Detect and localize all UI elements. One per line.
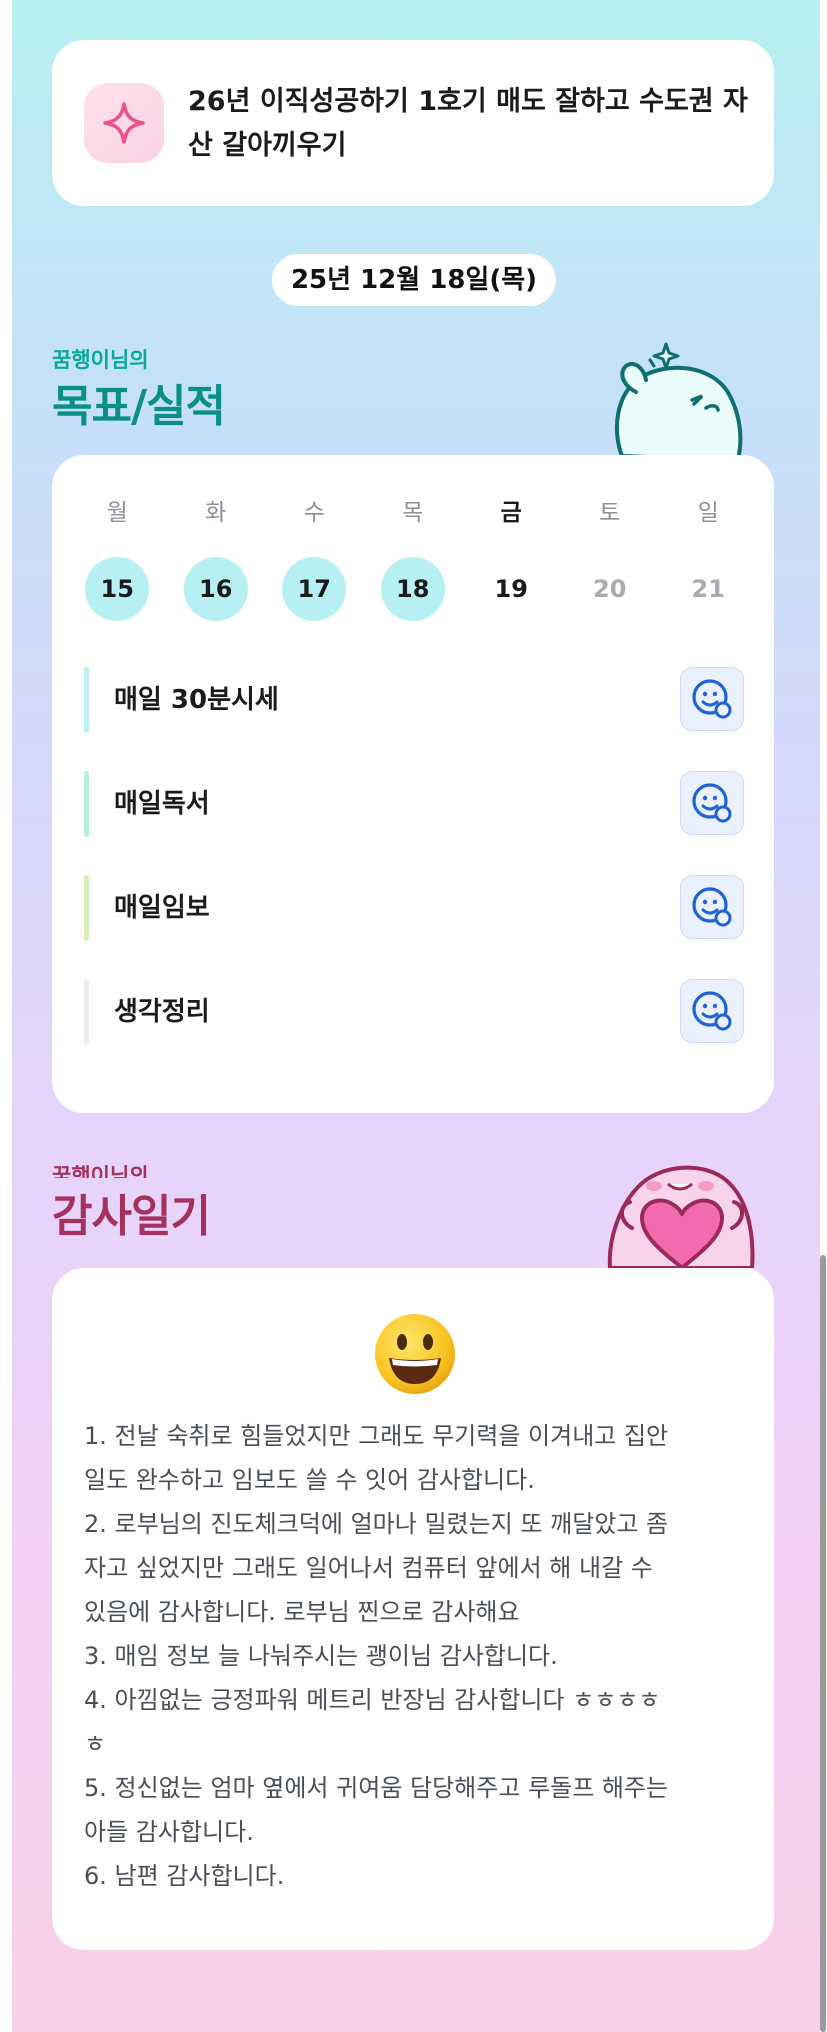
weekday-label: 화	[205, 500, 227, 526]
diary-line: 4. 아낌없는 긍정파워 메트리 반장님 감사합니다 ㅎㅎㅎㅎ	[84, 1686, 661, 1714]
weekday-label: 수	[303, 500, 325, 526]
diary-line: 1. 전날 숙취로 힘들었지만 그래도 무기력을 이겨내고 집안	[84, 1422, 669, 1450]
habit-color-bar	[84, 979, 89, 1045]
diary-line: ㅎ	[84, 1730, 107, 1758]
calendar-day[interactable]: 일 21	[659, 493, 758, 621]
diary-line: 2. 로부님의 진도체크덕에 얼마나 밀렸는지 또 깨달았고 좀	[84, 1510, 669, 1538]
habit-color-bar	[84, 667, 89, 733]
goals-section-title: 목표/실적	[52, 381, 226, 432]
ghost-mascot-illustration	[614, 342, 743, 460]
gratitude-section-subtitle: 꿈행이님의	[52, 1164, 149, 1178]
habit-row[interactable]: 생각정리	[84, 979, 744, 1045]
diary-line: 6. 남편 감사합니다.	[84, 1862, 285, 1890]
day-number[interactable]: 15	[85, 557, 150, 621]
goal-card[interactable]: 26년 이직성공하기 1호기 매도 잘하고 수도권 자산 갈아끼우기	[52, 40, 774, 206]
weekday-label: 월	[106, 500, 128, 526]
weekday-label: 목	[402, 500, 424, 526]
habit-label: 매일임보	[114, 893, 210, 923]
diary-line: 있음에 감사합니다. 로부님 찐으로 감사해요	[84, 1598, 520, 1626]
diary-line: 3. 매임 정보 늘 나눠주시는 괭이님 감사합니다.	[84, 1642, 558, 1670]
smiley-add-icon[interactable]	[680, 771, 744, 835]
diary-text: 1. 전날 숙취로 힘들었지만 그래도 무기력을 이겨내고 집안 일도 완수하고…	[84, 1414, 744, 1898]
weekday-label: 일	[697, 500, 719, 526]
calendar-day[interactable]: 토 20	[561, 493, 660, 621]
calendar-day[interactable]: 월 15	[68, 493, 167, 621]
habit-row[interactable]: 매일독서	[84, 771, 744, 837]
habit-label: 매일독서	[114, 789, 210, 819]
page-background: 26년 이직성공하기 1호기 매도 잘하고 수도권 자산 갈아끼우기 25년 1…	[12, 0, 820, 2032]
habit-row[interactable]: 매일 30분시세	[84, 667, 744, 733]
habit-color-bar	[84, 771, 89, 837]
goals-card: 월 15 화 16 수 17 목 18 금 19 토 20 일 21 매일 30…	[52, 455, 774, 1113]
habit-label: 매일 30분시세	[114, 685, 279, 715]
diary-line: 아들 감사합니다.	[84, 1818, 254, 1846]
habit-row[interactable]: 매일임보	[84, 875, 744, 941]
calendar-day[interactable]: 목 18	[364, 493, 463, 621]
day-number[interactable]: 21	[676, 557, 740, 621]
gratitude-diary-card[interactable]: 1. 전날 숙취로 힘들었지만 그래도 무기력을 이겨내고 집안 일도 완수하고…	[52, 1268, 774, 1950]
weekday-label: 토	[599, 500, 621, 526]
goal-text: 26년 이직성공하기 1호기 매도 잘하고 수도권 자산 갈아끼우기	[188, 86, 748, 161]
habit-color-bar	[84, 875, 89, 941]
date-label[interactable]: 25년 12월 18일(목)	[272, 254, 556, 306]
week-calendar: 월 15 화 16 수 17 목 18 금 19 토 20 일 21	[68, 493, 758, 621]
heart-mascot-illustration	[607, 1165, 755, 1268]
smiley-add-icon[interactable]	[680, 875, 744, 939]
grinning-face-emoji	[375, 1314, 455, 1394]
day-number[interactable]: 17	[282, 557, 347, 621]
habit-label: 생각정리	[114, 997, 210, 1027]
scrollbar[interactable]	[820, 1255, 826, 2032]
calendar-day[interactable]: 화 16	[167, 493, 266, 621]
calendar-day[interactable]: 수 17	[265, 493, 364, 621]
smiley-add-icon[interactable]	[680, 667, 744, 731]
day-number[interactable]: 18	[380, 557, 445, 621]
sparkle-icon	[84, 83, 164, 163]
calendar-day-today[interactable]: 금 19	[462, 493, 561, 621]
diary-line: 일도 완수하고 임보도 쓸 수 잇어 감사합니다.	[84, 1466, 535, 1494]
smiley-add-icon[interactable]	[680, 979, 744, 1043]
weekday-label: 금	[500, 500, 522, 526]
diary-line: 자고 싶었지만 그래도 일어나서 컴퓨터 앞에서 해 내갈 수	[84, 1554, 653, 1582]
gratitude-section-title: 감사일기	[52, 1191, 211, 1242]
diary-line: 5. 정신없는 엄마 옆에서 귀여움 담당해주고 루돌프 해주는	[84, 1774, 669, 1802]
day-number[interactable]: 20	[578, 557, 642, 621]
day-number[interactable]: 16	[183, 557, 248, 621]
day-number[interactable]: 19	[479, 557, 543, 621]
